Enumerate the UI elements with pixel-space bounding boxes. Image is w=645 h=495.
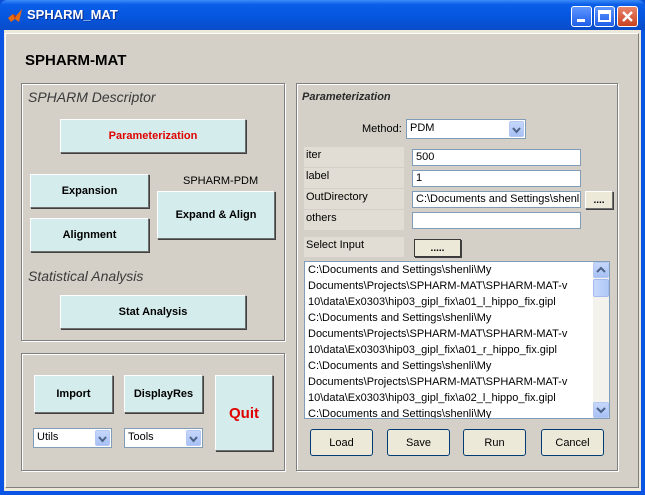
outdirectory-label: OutDirectory [304,189,404,209]
input-file-list[interactable]: C:\Documents and Settings\shenli\My Docu… [304,261,610,419]
scroll-thumb[interactable] [593,279,609,297]
label-field[interactable]: 1 [412,170,581,187]
list-item[interactable]: C:\Documents and Settings\shenli\My [308,360,491,372]
others-field[interactable] [412,212,581,229]
utils-dropdown[interactable]: Utils [33,428,112,448]
iter-field[interactable]: 500 [412,149,581,166]
chevron-down-icon [596,407,606,414]
list-item[interactable]: 10\data\Ex0303\hip03_gipl_fix\a02_l_hipp… [308,392,556,404]
list-item[interactable]: C:\Documents and Settings\shenli\My [308,264,491,276]
select-input-button[interactable]: ..... [414,239,461,257]
chevron-down-icon[interactable] [95,430,110,446]
chevron-down-icon[interactable] [186,430,201,446]
others-label: others [304,210,404,230]
expansion-button[interactable]: Expansion [30,174,149,208]
run-button[interactable]: Run [463,429,526,456]
minimize-icon [577,19,585,22]
scroll-down-button[interactable] [593,402,609,418]
chevron-up-icon [596,266,606,273]
list-item[interactable]: Documents\Projects\SPHARM-MAT\SPHARM-MAT… [308,328,567,340]
load-button[interactable]: Load [310,429,373,456]
stat-analysis-button[interactable]: Stat Analysis [60,295,246,329]
expand-align-button[interactable]: Expand & Align [157,191,275,239]
select-input-label: Select Input [304,237,404,257]
outdirectory-field[interactable]: C:\Documents and Settings\shenli\My [412,191,581,208]
list-item[interactable]: C:\Documents and Settings\shenli\My [308,408,491,418]
method-dropdown[interactable]: PDM [406,119,526,139]
method-value: PDM [410,122,435,134]
list-item[interactable]: Documents\Projects\SPHARM-MAT\SPHARM-MAT… [308,280,567,292]
cancel-button[interactable]: Cancel [541,429,604,456]
window-title: SPHARM_MAT [27,7,118,22]
list-item[interactable]: C:\Documents and Settings\shenli\My [308,312,491,324]
iter-label: iter [304,147,404,167]
list-item[interactable]: 10\data\Ex0303\hip03_gipl_fix\a01_r_hipp… [308,344,557,356]
tools-value: Tools [128,431,154,443]
list-item[interactable]: Documents\Projects\SPHARM-MAT\SPHARM-MAT… [308,376,567,388]
import-button[interactable]: Import [34,375,113,413]
utils-value: Utils [37,431,59,443]
scroll-up-button[interactable] [593,262,609,278]
stats-title: Statistical Analysis [28,268,144,284]
title-bar[interactable]: SPHARM_MAT [0,0,645,30]
close-button[interactable] [617,6,638,27]
app-heading: SPHARM-MAT [25,52,127,69]
displayres-button[interactable]: DisplayRes [124,375,203,413]
list-scrollbar[interactable] [593,262,609,418]
close-icon [622,11,633,22]
minimize-button[interactable] [571,6,592,27]
parameterization-button[interactable]: Parameterization [60,119,246,153]
descriptor-title: SPHARM Descriptor [28,89,156,105]
chevron-down-icon[interactable] [509,121,524,137]
quit-button[interactable]: Quit [215,375,273,451]
spharm-pdm-caption: SPHARM-PDM [183,175,259,187]
alignment-button[interactable]: Alignment [30,218,149,252]
parameterization-panel-title: Parameterization [302,91,391,103]
method-label: Method: [362,123,402,135]
save-button[interactable]: Save [387,429,450,456]
maximize-icon [598,10,611,22]
label-label: label [304,168,404,188]
tools-dropdown[interactable]: Tools [124,428,203,448]
matlab-icon [8,9,22,22]
list-item[interactable]: 10\data\Ex0303\hip03_gipl_fix\a01_l_hipp… [308,296,556,308]
maximize-button[interactable] [594,6,615,27]
browse-outdir-button[interactable]: .... [585,191,613,209]
